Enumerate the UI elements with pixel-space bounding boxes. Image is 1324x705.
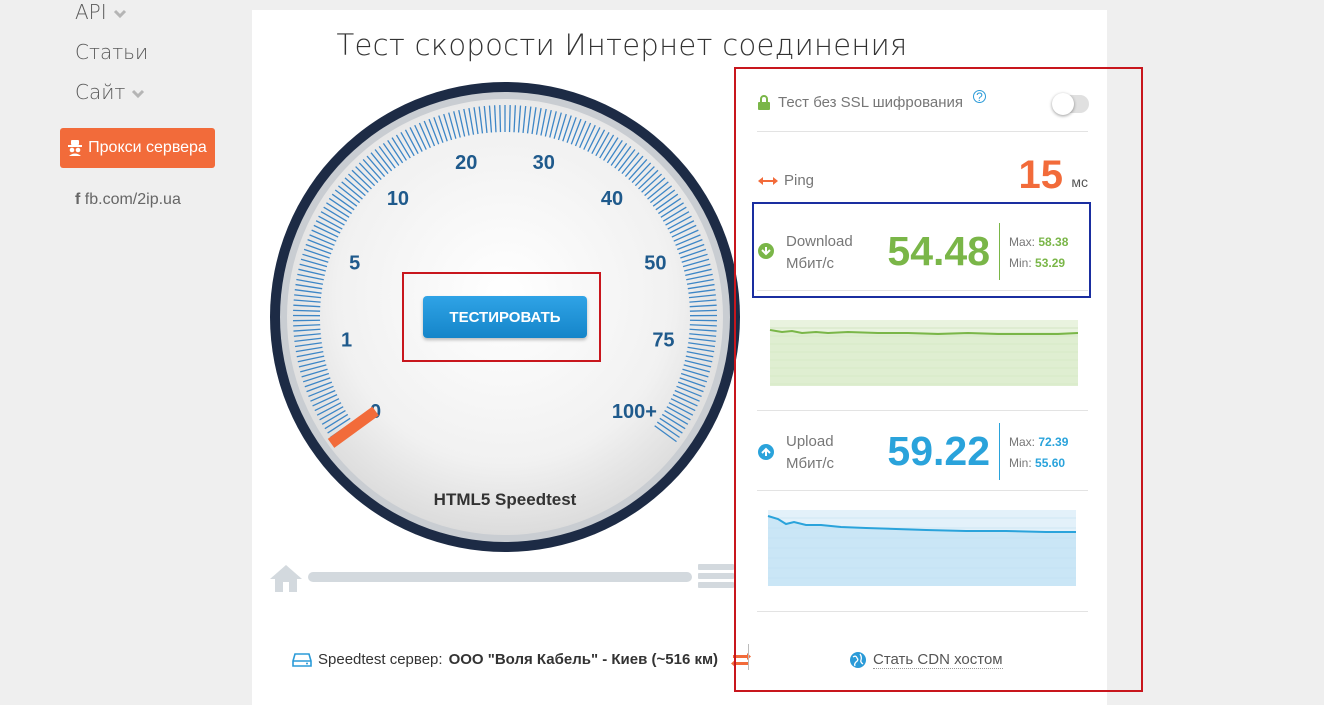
ssl-toggle[interactable] <box>1052 93 1089 115</box>
gauge-scale-label: 30 <box>533 152 555 174</box>
ping-value: 15 <box>1018 153 1064 197</box>
spy-icon <box>68 140 83 156</box>
upload-label: Upload <box>786 433 834 450</box>
divider <box>757 410 1088 411</box>
ping-label: Ping <box>784 172 815 189</box>
vertical-separator <box>748 644 749 670</box>
sidebar: API Статьи Сайт Прокси сервера f fb.com/… <box>0 0 250 705</box>
download-label-group: Download Мбит/с <box>786 231 853 275</box>
download-min-label: Min: <box>1009 256 1032 270</box>
become-cdn-host-link[interactable]: Стать CDN хостом <box>850 651 1003 669</box>
upload-minmax: Max: 72.39 Min: 55.60 <box>1009 432 1068 474</box>
gauge-tick <box>689 309 717 312</box>
chevron-down-icon <box>132 89 145 98</box>
ssl-option: Тест без SSL шифрования ? <box>758 90 987 111</box>
download-min: 53.29 <box>1035 256 1066 270</box>
gauge-tick <box>293 309 321 312</box>
upload-unit: Мбит/с <box>786 455 835 472</box>
download-graph <box>769 320 1079 386</box>
page-title: Тест скорости Интернет соединения <box>336 28 908 62</box>
ping-label-group: Ping <box>758 172 814 189</box>
gauge-scale-label: 5 <box>349 252 360 274</box>
lock-icon <box>758 95 770 110</box>
upload-arrow-icon <box>758 444 774 460</box>
ping-arrows-icon <box>758 176 778 185</box>
download-max: 58.38 <box>1038 235 1069 249</box>
help-icon[interactable]: ? <box>973 90 987 104</box>
download-value: 54.48 <box>887 228 990 274</box>
download-label: Download <box>786 233 853 250</box>
divider <box>757 490 1088 491</box>
facebook-icon: f <box>75 191 81 208</box>
gauge-scale-label: 1 <box>341 329 352 351</box>
divider <box>757 131 1088 132</box>
upload-min-label: Min: <box>1009 456 1032 470</box>
facebook-link[interactable]: f fb.com/2ip.ua <box>75 191 181 209</box>
gauge-scale-label: 20 <box>455 152 477 174</box>
download-max-label: Max: <box>1009 235 1036 249</box>
upload-graph <box>767 510 1076 586</box>
gauge-tick <box>499 105 502 133</box>
server-name: ООО "Воля Кабель" - Киев (~516 км) <box>448 651 719 668</box>
upload-value: 59.22 <box>887 428 990 474</box>
chevron-down-icon <box>113 9 126 18</box>
nav-item-api[interactable]: API <box>75 0 127 24</box>
upload-label-group: Upload Мбит/с <box>786 431 834 475</box>
gauge-scale-label: 100+ <box>612 401 657 423</box>
download-arrow-icon <box>758 243 774 259</box>
start-test-button[interactable]: ТЕСТИРОВАТЬ <box>423 296 587 338</box>
home-icon <box>270 565 302 592</box>
gauge-scale-label: 50 <box>644 252 666 274</box>
server-label: Speedtest сервер: <box>318 651 443 668</box>
server-icon <box>698 564 734 588</box>
cdn-link-label: Стать CDN хостом <box>873 651 1003 669</box>
nav-item-articles[interactable]: Статьи <box>75 40 148 64</box>
upload-min: 55.60 <box>1035 456 1066 470</box>
toggle-knob <box>1052 93 1074 115</box>
nav-item-label: API <box>75 0 107 24</box>
ssl-label: Тест без SSL шифрования <box>778 94 964 111</box>
gauge-tick <box>508 105 511 133</box>
gauge-scale-label: 10 <box>387 188 409 210</box>
nav-item-label: Сайт <box>75 80 126 104</box>
gauge-scale-label: 40 <box>601 188 623 210</box>
download-unit: Мбит/с <box>786 255 835 272</box>
gauge-scale-label: 75 <box>652 329 674 351</box>
download-minmax: Max: 58.38 Min: 53.29 <box>1009 232 1068 274</box>
globe-icon <box>850 652 866 668</box>
upload-max-label: Max: <box>1009 435 1036 449</box>
hard-drive-icon <box>292 652 312 667</box>
facebook-link-label: fb.com/2ip.ua <box>84 191 181 208</box>
divider <box>757 290 1088 291</box>
nav-item-site[interactable]: Сайт <box>75 80 145 104</box>
ping-unit: мс <box>1071 174 1088 190</box>
proxy-servers-button[interactable]: Прокси сервера <box>60 128 215 168</box>
ping-row: Ping 15 мс <box>758 150 1088 200</box>
proxy-button-label: Прокси сервера <box>88 139 207 156</box>
download-separator <box>999 223 1000 280</box>
gauge-caption: HTML5 Speedtest <box>434 490 577 509</box>
divider <box>757 611 1088 612</box>
nav-item-label: Статьи <box>75 40 149 64</box>
speedtest-server: Speedtest сервер: ООО "Воля Кабель" - Ки… <box>292 651 752 668</box>
test-progress-bar <box>308 572 692 582</box>
upload-max: 72.39 <box>1038 435 1069 449</box>
upload-separator <box>999 423 1000 480</box>
